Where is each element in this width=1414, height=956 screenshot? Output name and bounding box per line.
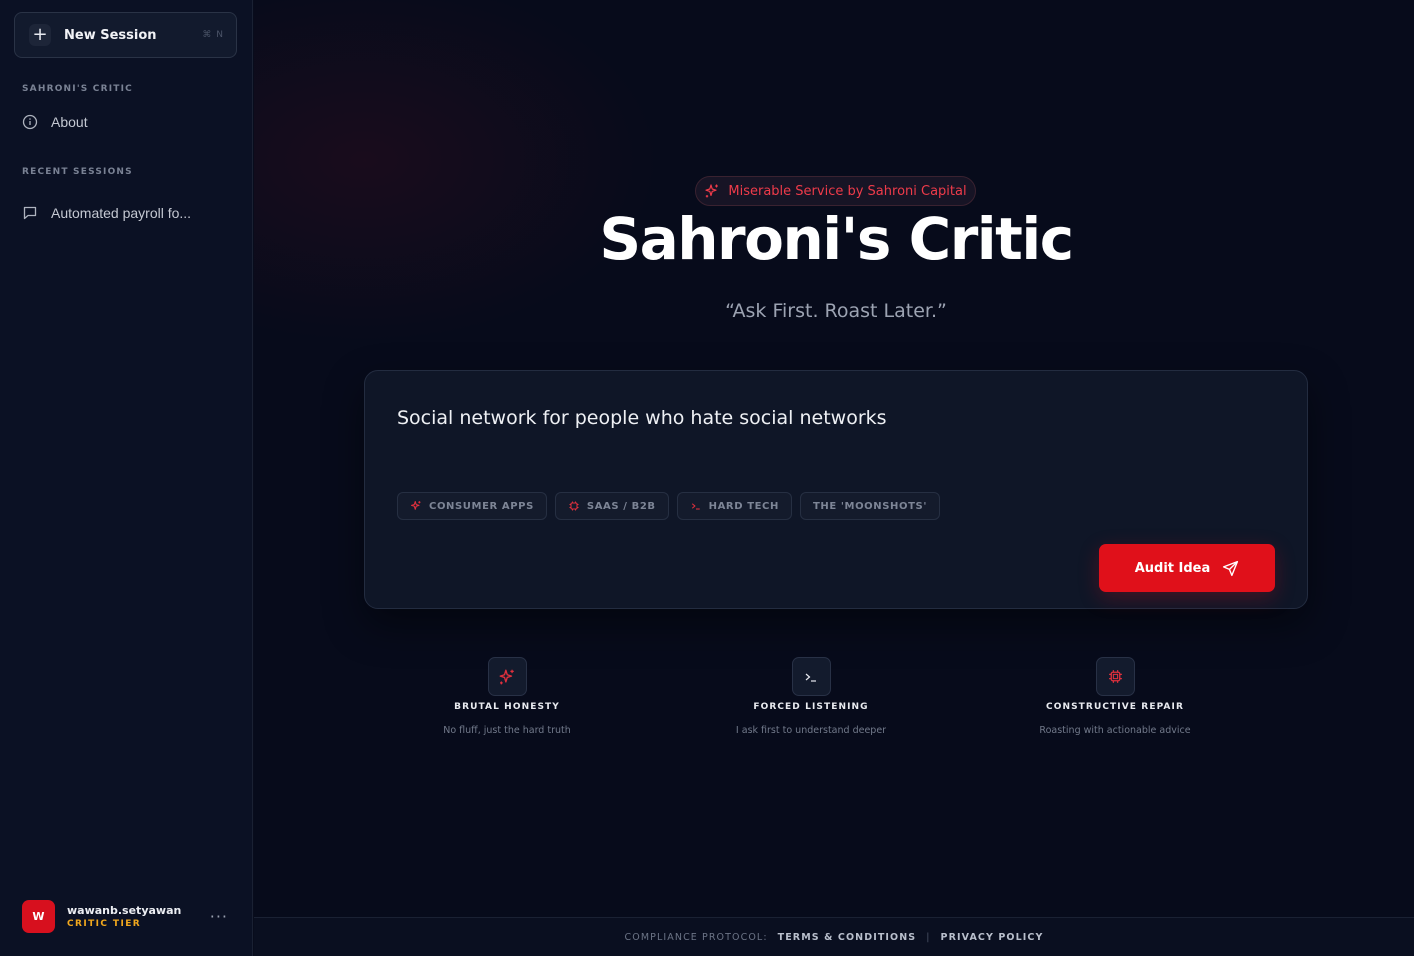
audit-idea-button[interactable]: Audit Idea — [1099, 544, 1275, 592]
user-profile[interactable]: W wawanb.setyawan CRITIC TIER ··· — [22, 899, 234, 933]
idea-input[interactable]: Social network for people who hate socia… — [397, 407, 1277, 429]
category-chips: CONSUMER APPS SAAS / B2B HARD TECH THE '… — [397, 492, 941, 520]
feature-constructive-repair: CONSTRUCTIVE REPAIR Roasting with action… — [1005, 657, 1225, 736]
feature-title: BRUTAL HONESTY — [454, 702, 560, 712]
terms-link[interactable]: TERMS & CONDITIONS — [778, 932, 917, 943]
privacy-link[interactable]: PRIVACY POLICY — [941, 932, 1044, 943]
plus-icon: + — [29, 24, 51, 46]
section-title-recent: RECENT SESSIONS — [22, 167, 133, 177]
audit-idea-label: Audit Idea — [1134, 560, 1211, 576]
badge-text: Miserable Service by Sahroni Capital — [728, 183, 967, 199]
more-options-icon[interactable]: ··· — [210, 907, 228, 926]
feature-brutal-honesty: BRUTAL HONESTY No fluff, just the hard t… — [397, 657, 617, 736]
feature-title: CONSTRUCTIVE REPAIR — [1046, 702, 1184, 712]
sparkles-icon — [410, 500, 421, 510]
chip-hard-tech[interactable]: HARD TECH — [676, 492, 792, 520]
sidebar-item-label: Automated payroll fo... — [51, 205, 192, 221]
terminal-icon — [691, 503, 700, 510]
chip-label: HARD TECH — [708, 500, 779, 512]
new-session-label: New Session — [64, 27, 157, 43]
chip-icon — [1095, 657, 1135, 696]
sidebar-item-recent-session[interactable]: Automated payroll fo... — [22, 205, 191, 221]
page-title: Sahroni's Critic — [599, 205, 1074, 273]
sparkles-icon — [487, 657, 527, 696]
chip-label: THE 'MOONSHOTS' — [812, 500, 928, 512]
chip-icon — [569, 501, 579, 511]
service-badge: Miserable Service by Sahroni Capital — [695, 176, 976, 206]
sidebar: + New Session ⌘ N SAHRONI'S CRITIC About… — [0, 0, 253, 956]
user-name: wawanb.setyawan — [67, 903, 182, 917]
footer: COMPLIANCE PROTOCOL: TERMS & CONDITIONS … — [254, 917, 1414, 956]
footer-label: COMPLIANCE PROTOCOL: — [624, 931, 768, 943]
feature-description: I ask first to understand deeper — [735, 725, 887, 736]
chip-moonshots[interactable]: THE 'MOONSHOTS' — [799, 492, 941, 520]
info-icon — [22, 114, 38, 130]
send-icon — [1223, 560, 1239, 576]
chip-consumer-apps[interactable]: CONSUMER APPS — [397, 492, 547, 520]
chip-label: CONSUMER APPS — [429, 500, 534, 512]
user-info: wawanb.setyawan CRITIC TIER — [67, 904, 181, 929]
new-session-shortcut: ⌘ N — [202, 30, 224, 40]
sidebar-item-about[interactable]: About — [22, 114, 88, 130]
idea-input-card: Social network for people who hate socia… — [364, 370, 1308, 609]
chip-saas-b2b[interactable]: SAAS / B2B — [554, 492, 669, 520]
footer-separator: | — [926, 931, 931, 943]
chip-label: SAAS / B2B — [586, 500, 656, 512]
sparkles-icon — [705, 184, 719, 198]
new-session-button[interactable]: + New Session ⌘ N — [14, 12, 237, 58]
message-square-icon — [23, 206, 37, 220]
feature-description: No fluff, just the hard truth — [443, 725, 571, 736]
feature-description: Roasting with actionable advice — [1039, 725, 1191, 736]
tagline: “Ask First. Roast Later.” — [725, 300, 947, 322]
section-title-app: SAHRONI'S CRITIC — [22, 84, 133, 94]
avatar: W — [22, 899, 55, 933]
feature-title: FORCED LISTENING — [753, 702, 869, 712]
user-tier: CRITIC TIER — [67, 918, 142, 929]
feature-forced-listening: FORCED LISTENING I ask first to understa… — [701, 657, 921, 736]
terminal-icon — [791, 657, 831, 696]
sidebar-item-label: About — [51, 114, 88, 130]
main-content: Miserable Service by Sahroni Capital Sah… — [254, 0, 1414, 956]
